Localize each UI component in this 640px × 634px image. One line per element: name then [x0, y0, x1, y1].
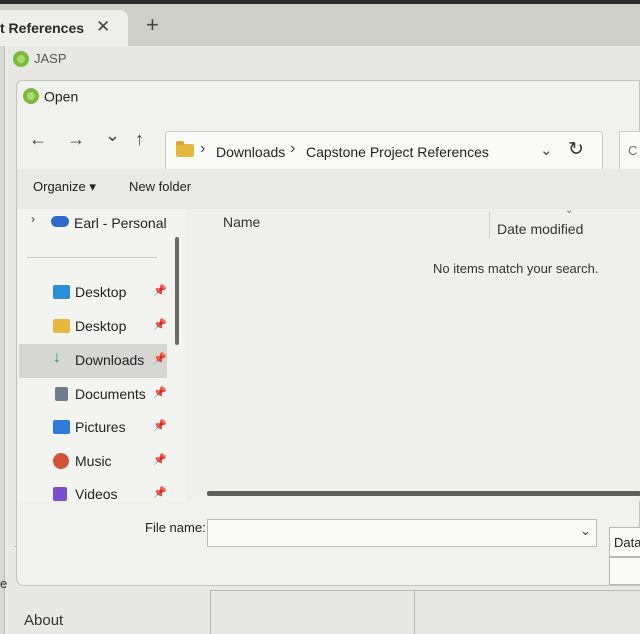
- browser-tab-strip: t References ✕ +: [0, 4, 640, 46]
- open-dialog: Open ← → ⌄ ↑ › Downloads › Capstone Proj…: [16, 80, 640, 586]
- column-header-date-modified[interactable]: Date modified: [497, 221, 583, 237]
- nav-item-desktop[interactable]: Desktop 📌: [19, 276, 167, 310]
- chevron-right-icon[interactable]: ›: [31, 212, 35, 226]
- jasp-logo-icon: [13, 50, 29, 67]
- chevron-down-icon[interactable]: ⌄: [580, 523, 591, 539]
- jasp-logo-icon: [23, 88, 39, 105]
- nav-item-label: Downloads: [75, 352, 145, 368]
- column-header-name[interactable]: Name: [223, 214, 260, 230]
- nav-item-downloads[interactable]: ↓ Downloads 📌: [19, 344, 167, 378]
- dialog-title-bar: Open: [23, 87, 79, 105]
- up-arrow-icon[interactable]: ↑: [135, 129, 144, 149]
- address-bar[interactable]: › Downloads › Capstone Project Reference…: [165, 131, 603, 171]
- chevron-down-icon[interactable]: ⌄: [540, 141, 553, 159]
- nav-item-desktop-folder[interactable]: Desktop 📌: [19, 310, 167, 344]
- nav-scrollbar[interactable]: [175, 237, 179, 345]
- videos-icon: [53, 487, 67, 501]
- open-button[interactable]: [609, 557, 640, 585]
- pin-icon: 📌: [153, 319, 167, 331]
- breadcrumb-downloads[interactable]: Downloads: [216, 144, 285, 160]
- search-input[interactable]: C: [619, 131, 640, 171]
- pin-icon: 📌: [153, 387, 167, 399]
- file-list-scrollbar[interactable]: [207, 491, 640, 496]
- pin-icon: 📌: [153, 420, 167, 432]
- nav-item-label: Music: [75, 453, 112, 469]
- recent-locations-icon[interactable]: ⌄: [105, 125, 120, 145]
- nav-item-earl-personal[interactable]: Earl - Personal: [74, 215, 167, 231]
- nav-item-pictures[interactable]: Pictures 📌: [19, 411, 167, 445]
- pin-icon: 📌: [153, 285, 167, 297]
- nav-divider: [27, 257, 157, 258]
- forward-arrow-icon[interactable]: →: [67, 129, 85, 149]
- nav-item-label: Desktop: [75, 318, 127, 334]
- breadcrumb-separator: ›: [290, 140, 296, 157]
- column-separator[interactable]: [489, 211, 490, 239]
- jasp-title: JASP: [34, 51, 67, 67]
- nav-item-label: Desktop: [75, 284, 127, 300]
- close-icon[interactable]: ✕: [96, 17, 110, 37]
- back-arrow-icon[interactable]: ←: [29, 129, 47, 149]
- pictures-icon: [53, 420, 70, 434]
- organize-button[interactable]: Organize ▾: [33, 179, 96, 195]
- folder-icon: [176, 141, 194, 157]
- file-type-select[interactable]: Data: [609, 527, 640, 557]
- breadcrumb-capstone[interactable]: Capstone Project References: [306, 144, 489, 160]
- file-list: [187, 209, 640, 501]
- pin-icon: 📌: [153, 353, 167, 365]
- jasp-side-text: e: [0, 576, 8, 591]
- jasp-divider: [210, 590, 211, 634]
- refresh-icon[interactable]: ↻: [568, 138, 584, 161]
- dialog-title: Open: [44, 88, 79, 105]
- nav-item-documents[interactable]: Documents 📌: [19, 378, 167, 412]
- jasp-title-bar: JASP: [13, 50, 67, 72]
- file-name-input[interactable]: [207, 519, 597, 547]
- pin-icon: 📌: [153, 454, 167, 466]
- nav-item-label: Videos: [75, 486, 118, 502]
- nav-item-label: Pictures: [75, 419, 126, 435]
- breadcrumb-separator: ›: [200, 140, 206, 157]
- documents-icon: [55, 387, 68, 401]
- new-folder-button[interactable]: New folder: [129, 179, 191, 194]
- download-icon: ↓: [53, 349, 61, 366]
- nav-item-videos[interactable]: Videos 📌: [19, 478, 167, 512]
- jasp-divider: [414, 590, 415, 634]
- onedrive-icon: [51, 216, 69, 227]
- desktop-icon: [53, 285, 70, 299]
- nav-item-label: Documents: [75, 386, 146, 402]
- command-bar: [17, 169, 640, 209]
- music-icon: [53, 453, 69, 469]
- browser-tab[interactable]: t References ✕: [0, 10, 128, 46]
- folder-icon: [53, 319, 70, 333]
- jasp-divider: [210, 590, 640, 591]
- nav-item-music[interactable]: Music 📌: [19, 445, 167, 479]
- browser-tab-title: t References: [0, 20, 85, 36]
- new-tab-icon[interactable]: +: [146, 14, 159, 36]
- sort-chevron-icon: ⌄: [565, 205, 574, 216]
- file-name-label: File name:: [145, 520, 206, 535]
- pin-icon: 📌: [153, 487, 167, 499]
- empty-list-message: No items match your search.: [433, 261, 599, 276]
- about-menu-item[interactable]: About: [24, 612, 63, 629]
